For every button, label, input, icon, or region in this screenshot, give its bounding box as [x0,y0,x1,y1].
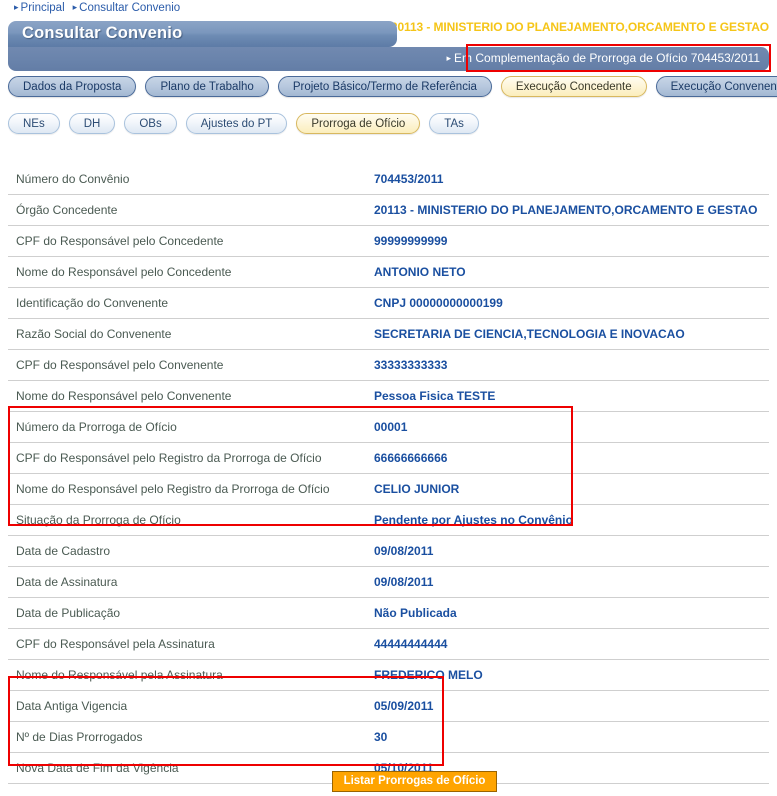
detail-value: FREDERICO MELO [364,659,769,691]
detail-label: CPF do Responsável pelo Convenente [8,349,364,381]
detail-label: Nome do Responsável pelo Convenente [8,380,364,412]
detail-value: 20113 - MINISTERIO DO PLANEJAMENTO,ORCAM… [364,194,769,226]
detail-value: 99999999999 [364,225,769,257]
breadcrumb-item-principal[interactable]: Principal [21,2,65,14]
status-badge-label: Em Complementação de Prorroga de Ofício … [454,51,760,65]
subtab-0[interactable]: NEs [8,113,60,134]
table-row: Razão Social do Convenente SECRETARIA DE … [8,318,769,350]
table-row: Nome do Responsável pelo Concedente ANTON… [8,256,769,288]
footer-actions: Listar Prorrogas de Ofício [0,771,777,792]
table-row: Data de Assinatura 09/08/2011 [8,566,769,598]
detail-value: 05/09/2011 [364,690,769,722]
page-title-band: Consultar Convenio [8,21,397,47]
tab-3[interactable]: Execução Concedente [500,76,647,97]
table-row: Número da Prorroga de Ofício 00001 [8,411,769,443]
table-row: Nome do Responsável pela Assinatura FREDE… [8,659,769,691]
detail-label: Nome do Responsável pelo Concedente [8,256,364,288]
tab-1[interactable]: Plano de Trabalho [145,76,269,97]
detail-value: 09/08/2011 [364,535,769,567]
breadcrumb-item-consultar-convenio[interactable]: Consultar Convenio [79,2,180,14]
page-title: Consultar Convenio [22,24,183,42]
detail-label: Nome do Responsável pelo Registro da Pro… [8,473,364,505]
detail-value: Pessoa Fisica TESTE [364,380,769,412]
table-row: Nº de Dias Prorrogados 30 [8,721,769,753]
detail-label: CPF do Responsável pelo Registro da Pror… [8,442,364,474]
table-row: Data Antiga Vigencia 05/09/2011 [8,690,769,722]
table-row: Nome do Responsável pelo Registro da Pro… [8,473,769,505]
subtab-5[interactable]: TAs [429,113,479,134]
breadcrumb: ▸ Principal ▸ Consultar Convenio [14,2,180,14]
detail-value: 09/08/2011 [364,566,769,598]
table-row: CPF do Responsável pelo Concedente 999999… [8,225,769,257]
detail-value: 704453/2011 [364,164,769,195]
status-badge[interactable]: ▸ Em Complementação de Prorroga de Ofício… [447,51,761,65]
detail-label: Situação da Prorroga de Ofício [8,504,364,536]
detail-value: 00001 [364,411,769,443]
detail-label: Nome do Responsável pela Assinatura [8,659,364,691]
status-band: ▸ Em Complementação de Prorroga de Ofício… [8,47,769,71]
detail-value: Pendente por Ajustes no Convênio [364,504,769,536]
detail-value: 30 [364,721,769,753]
detail-value: Não Publicada [364,597,769,629]
detail-value: ANTONIO NETO [364,256,769,288]
table-row: Número do Convênio 704453/2011 [8,164,769,195]
tab-row-secondary: NEs DH OBs Ajustes do PT Prorroga de Ofício T… [8,113,488,134]
tab-4[interactable]: Execução Convenente [655,76,777,97]
detail-label: Data Antiga Vigencia [8,690,364,722]
detail-value: 66666666666 [364,442,769,474]
convenio-details-table: Número do Convênio 704453/2011 Órgão Conce… [8,164,769,784]
detail-label: Razão Social do Convenente [8,318,364,350]
tab-0[interactable]: Dados da Proposta [8,76,137,97]
subtab-2[interactable]: OBs [124,113,177,134]
detail-label: CPF do Responsável pelo Concedente [8,225,364,257]
detail-value: CNPJ 00000000000199 [364,287,769,319]
detail-label: Nº de Dias Prorrogados [8,721,364,753]
table-row: Identificação do Convenente CNPJ 00000000… [8,287,769,319]
table-row: CPF do Responsável pela Assinatura 444444… [8,628,769,660]
detail-label: Data de Cadastro [8,535,364,567]
detail-label: Órgão Concedente [8,194,364,226]
detail-value: 44444444444 [364,628,769,660]
detail-label: CPF do Responsável pela Assinatura [8,628,364,660]
breadcrumb-arrow-icon: ▸ [72,2,78,12]
detail-label: Número da Prorroga de Ofício [8,411,364,443]
table-row: Data de Cadastro 09/08/2011 [8,535,769,567]
table-row: CPF do Responsável pelo Convenente 333333… [8,349,769,381]
detail-label: Data de Publicação [8,597,364,629]
table-row: Nome do Responsável pelo Convenente Pesso… [8,380,769,412]
detail-label: Número do Convênio [8,164,364,195]
detail-label: Data de Assinatura [8,566,364,598]
listar-prorrogas-button[interactable]: Listar Prorrogas de Ofício [331,771,498,792]
table-row: Órgão Concedente 20113 - MINISTERIO DO PL… [8,194,769,226]
subtab-4[interactable]: Prorroga de Ofício [296,113,421,134]
detail-label: Identificação do Convenente [8,287,364,319]
detail-value: 33333333333 [364,349,769,381]
table-row: Situação da Prorroga de Ofício Pendente p… [8,504,769,536]
organization-title: 20113 - MINISTERIO DO PLANEJAMENTO,ORCAM… [390,20,769,34]
subtab-1[interactable]: DH [68,113,116,134]
tab-row-primary: Dados da Proposta Plano de Trabalho Projet… [8,76,777,97]
subtab-3[interactable]: Ajustes do PT [185,113,288,134]
detail-value: CELIO JUNIOR [364,473,769,505]
table-row: CPF do Responsável pelo Registro da Pror… [8,442,769,474]
tab-2[interactable]: Projeto Básico/Termo de Referência [277,76,492,97]
status-arrow-icon: ▸ [446,53,452,63]
detail-value: SECRETARIA DE CIENCIA,TECNOLOGIA E INOVA… [364,318,769,350]
table-row: Data de Publicação Não Publicada [8,597,769,629]
breadcrumb-arrow-icon: ▸ [14,2,19,12]
